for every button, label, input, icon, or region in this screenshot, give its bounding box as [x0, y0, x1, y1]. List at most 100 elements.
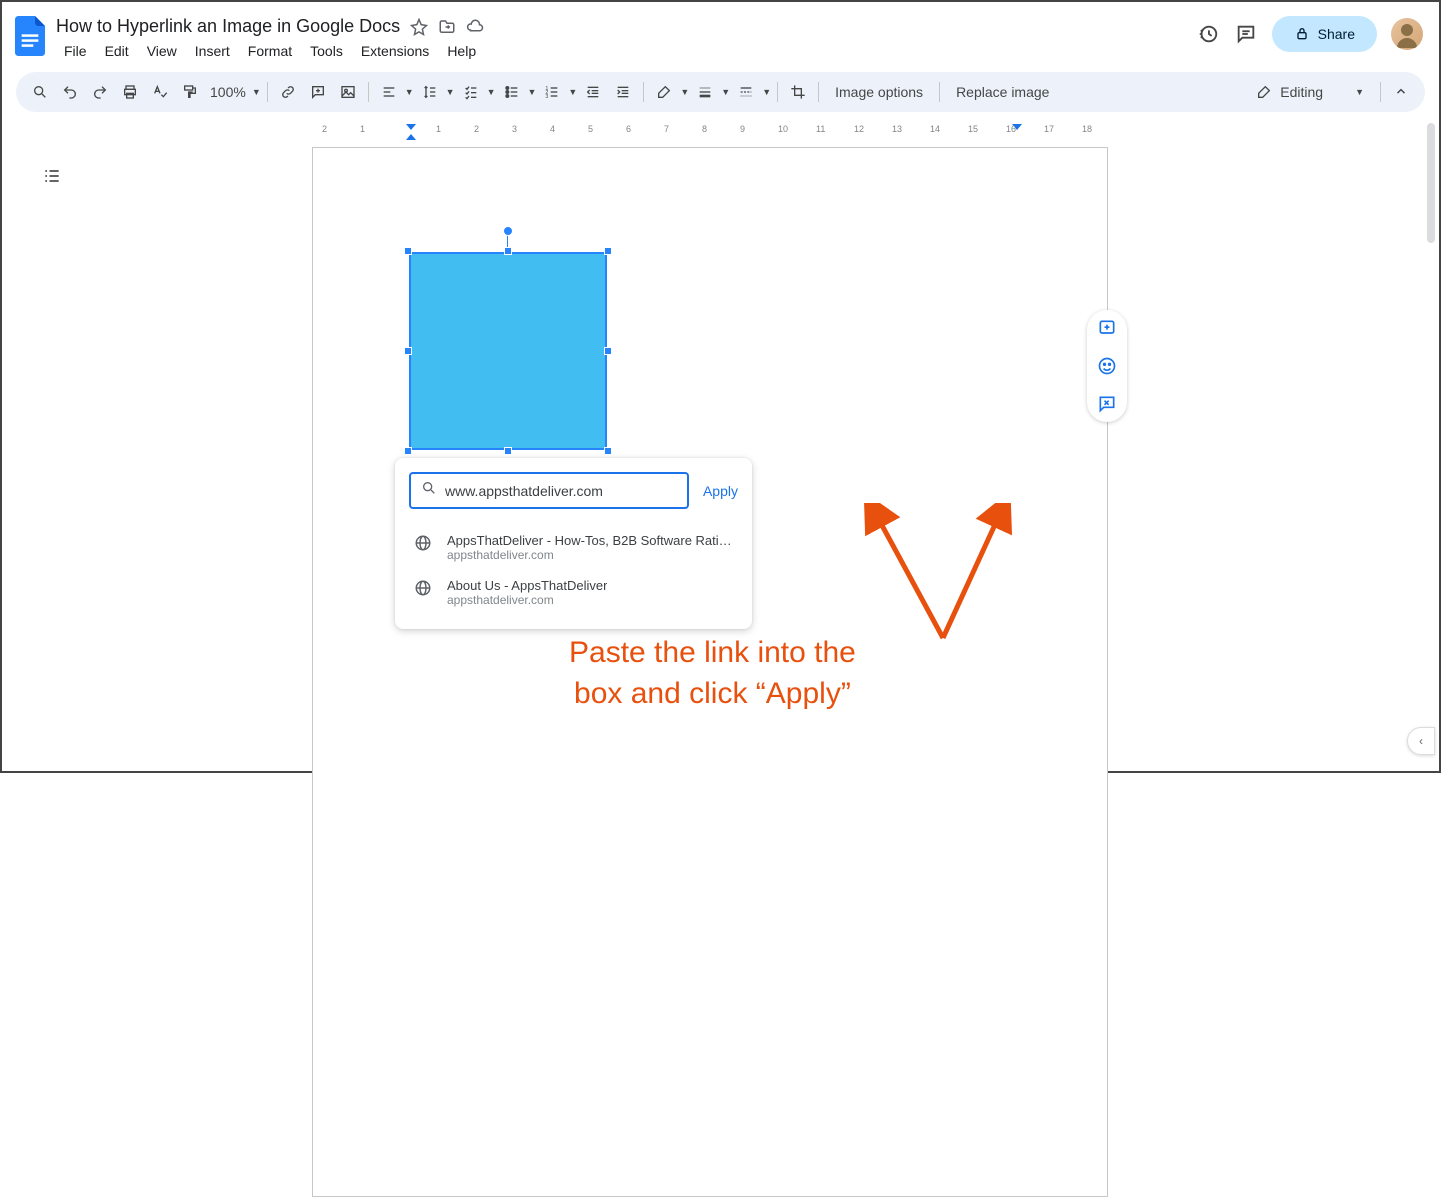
undo-icon[interactable] [56, 78, 84, 106]
share-button[interactable]: Share [1272, 16, 1377, 52]
suggestion-item[interactable]: About Us - AppsThatDeliver appsthatdeliv… [409, 570, 738, 615]
suggestion-text: AppsThatDeliver - How-Tos, B2B Software … [447, 533, 734, 562]
crop-icon[interactable] [784, 78, 812, 106]
zoom-dropdown[interactable]: 100% ▼ [206, 78, 261, 106]
move-icon[interactable] [438, 18, 456, 36]
suggestion-item[interactable]: AppsThatDeliver - How-Tos, B2B Software … [409, 525, 738, 570]
link-input-wrap[interactable] [409, 472, 689, 509]
menu-file[interactable]: File [56, 39, 95, 63]
indent-increase-icon[interactable] [609, 78, 637, 106]
align-dropdown[interactable]: ▼ [375, 78, 414, 106]
border-weight-dropdown[interactable]: ▼ [691, 78, 730, 106]
selected-image[interactable] [409, 252, 607, 450]
resize-handle-ml[interactable] [404, 347, 412, 355]
horizontal-ruler[interactable]: 21123456789101112131415161718 [312, 124, 1421, 140]
resize-handle-bm[interactable] [504, 447, 512, 455]
vertical-scrollbar[interactable] [1425, 117, 1437, 769]
globe-icon [413, 533, 433, 553]
indent-decrease-icon[interactable] [579, 78, 607, 106]
outline-button[interactable] [38, 162, 66, 190]
ruler-tick: 17 [1044, 124, 1054, 134]
document-page[interactable]: Apply AppsThatDeliver - How-Tos, B2B Sof… [312, 147, 1108, 1197]
ruler-tick: 4 [550, 124, 555, 134]
editing-mode-button[interactable]: Editing ▼ [1246, 84, 1374, 100]
print-icon[interactable] [116, 78, 144, 106]
chevron-down-icon: ▼ [487, 87, 496, 97]
collapse-toolbar-icon[interactable] [1387, 78, 1415, 106]
resize-handle-tl[interactable] [404, 247, 412, 255]
annotation-line1: Paste the link into the [569, 633, 856, 674]
spellcheck-icon[interactable] [146, 78, 174, 106]
apply-button[interactable]: Apply [703, 483, 738, 499]
link-suggestions: AppsThatDeliver - How-Tos, B2B Software … [409, 525, 738, 615]
menu-tools[interactable]: Tools [302, 39, 351, 63]
search-menus-icon[interactable] [26, 78, 54, 106]
left-indent[interactable] [406, 134, 416, 140]
vertical-ruler[interactable] [4, 147, 20, 771]
history-icon[interactable] [1196, 22, 1220, 46]
header: How to Hyperlink an Image in Google Docs… [2, 2, 1439, 72]
first-line-indent[interactable] [406, 124, 416, 130]
rotate-handle[interactable] [503, 226, 513, 236]
ruler-tick: 3 [512, 124, 517, 134]
menu-view[interactable]: View [139, 39, 185, 63]
menu-format[interactable]: Format [240, 39, 300, 63]
svg-text:3: 3 [546, 94, 549, 100]
menu-insert[interactable]: Insert [187, 39, 238, 63]
annotation-line2: box and click “Apply” [569, 674, 856, 715]
bullets-dropdown[interactable]: ▼ [498, 78, 537, 106]
suggest-edits-icon[interactable] [1095, 392, 1119, 416]
link-popup: Apply AppsThatDeliver - How-Tos, B2B Sof… [395, 458, 752, 629]
redo-icon[interactable] [86, 78, 114, 106]
suggestion-url: appsthatdeliver.com [447, 593, 607, 607]
title-area: How to Hyperlink an Image in Google Docs… [56, 10, 1196, 63]
paint-format-icon[interactable] [176, 78, 204, 106]
resize-handle-mr[interactable] [604, 347, 612, 355]
border-color-dropdown[interactable]: ▼ [650, 78, 689, 106]
separator [267, 82, 268, 102]
chevron-down-icon: ▼ [721, 87, 730, 97]
avatar[interactable] [1391, 18, 1423, 50]
menu-extensions[interactable]: Extensions [353, 39, 437, 63]
chevron-down-icon: ▼ [680, 87, 689, 97]
docs-logo[interactable] [10, 16, 50, 56]
suggestion-title: AppsThatDeliver - How-Tos, B2B Software … [447, 533, 734, 548]
title-row: How to Hyperlink an Image in Google Docs [56, 10, 1196, 39]
link-url-input[interactable] [445, 483, 677, 499]
add-comment-icon[interactable] [1095, 316, 1119, 340]
resize-handle-br[interactable] [604, 447, 612, 455]
menu-help[interactable]: Help [439, 39, 484, 63]
replace-image-button[interactable]: Replace image [946, 84, 1059, 100]
cloud-icon[interactable] [466, 18, 484, 36]
insert-link-icon[interactable] [274, 78, 302, 106]
annotation-text: Paste the link into the box and click “A… [569, 633, 856, 714]
chevron-down-icon: ▼ [446, 87, 455, 97]
editing-label: Editing [1280, 84, 1323, 100]
checklist-dropdown[interactable]: ▼ [457, 78, 496, 106]
bullets-icon [498, 78, 526, 106]
star-icon[interactable] [410, 18, 428, 36]
doc-title[interactable]: How to Hyperlink an Image in Google Docs [56, 16, 400, 37]
chevron-down-icon: ▼ [762, 87, 771, 97]
emoji-reaction-icon[interactable] [1095, 354, 1119, 378]
image-options-button[interactable]: Image options [825, 84, 933, 100]
scrollbar-thumb[interactable] [1427, 123, 1435, 243]
resize-handle-bl[interactable] [404, 447, 412, 455]
border-dash-dropdown[interactable]: ▼ [732, 78, 771, 106]
separator [939, 82, 940, 102]
ruler-tick: 16 [1006, 124, 1016, 134]
insert-image-icon[interactable] [334, 78, 362, 106]
zoom-value: 100% [206, 78, 250, 106]
annotation-arrows [863, 503, 1083, 653]
resize-handle-tr[interactable] [604, 247, 612, 255]
chevron-down-icon: ▼ [568, 87, 577, 97]
numbers-dropdown[interactable]: 123▼ [538, 78, 577, 106]
separator [818, 82, 819, 102]
comments-icon[interactable] [1234, 22, 1258, 46]
linespacing-dropdown[interactable]: ▼ [416, 78, 455, 106]
menu-edit[interactable]: Edit [97, 39, 137, 63]
floating-comment-tools [1087, 310, 1127, 422]
side-panel-toggle[interactable]: ‹ [1407, 727, 1435, 755]
resize-handle-tm[interactable] [504, 247, 512, 255]
add-comment-icon[interactable] [304, 78, 332, 106]
